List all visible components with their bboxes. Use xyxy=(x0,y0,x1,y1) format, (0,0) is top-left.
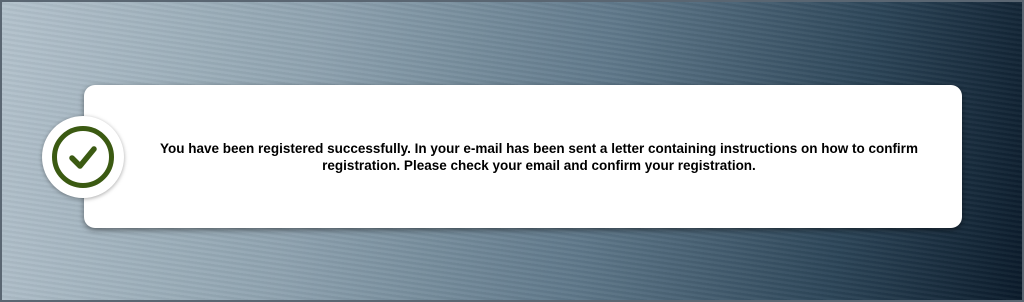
success-message-text: You have been registered successfully. I… xyxy=(160,140,918,173)
success-badge xyxy=(42,116,124,198)
page-background: You have been registered successfully. I… xyxy=(0,0,1024,302)
success-message-card: You have been registered successfully. I… xyxy=(84,85,962,228)
check-circle-icon xyxy=(52,126,114,188)
